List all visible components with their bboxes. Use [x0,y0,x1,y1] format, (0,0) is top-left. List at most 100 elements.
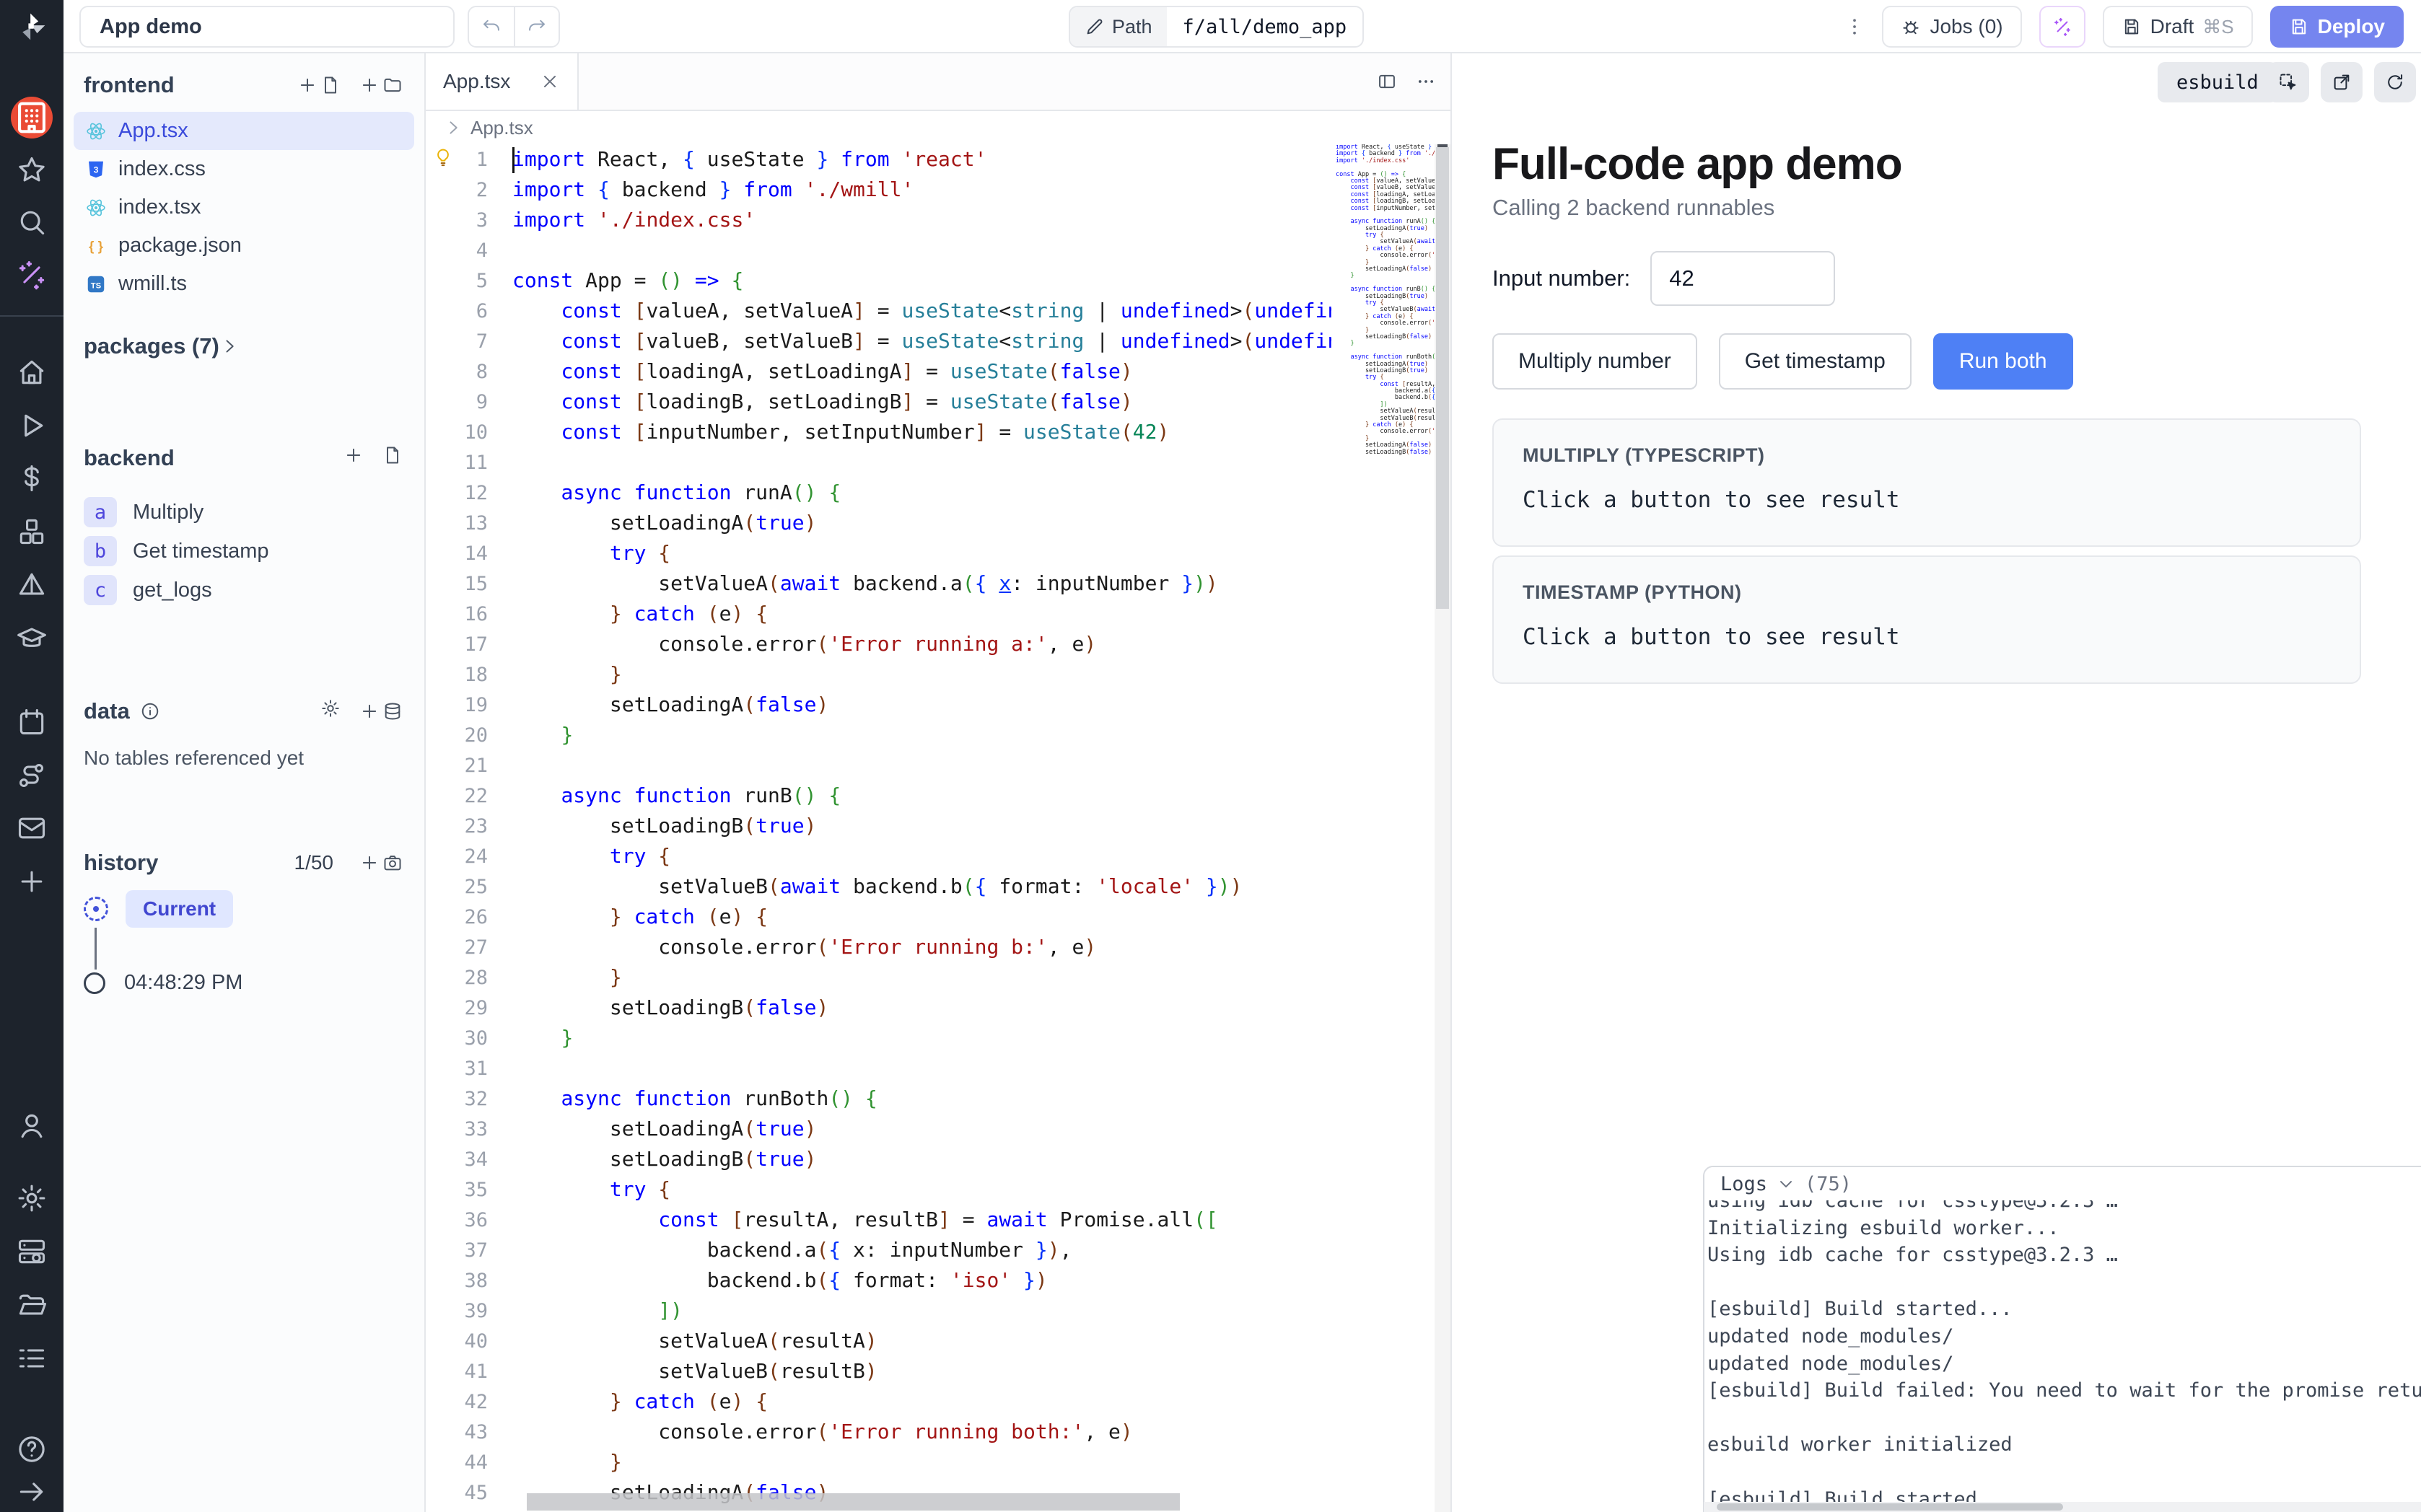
home-icon[interactable] [16,356,48,388]
user-icon[interactable] [16,1110,48,1142]
code-line: 7 const [valueB, setValueB] = useState<s… [426,326,1450,356]
result-card-body: Click a button to see result [1523,624,2331,650]
file-item-index-css[interactable]: 3index.css [74,150,414,188]
minimap[interactable]: import React, { useState } from 'react'i… [1331,144,1436,462]
code-area[interactable]: 1import React, { useState } from 'react'… [426,144,1450,1512]
code-line: 3import './index.css' [426,205,1450,235]
dollar-icon[interactable] [16,462,48,494]
select-cursor-icon [2278,72,2298,92]
code-line: 42 } catch (e) { [426,1386,1450,1417]
data-settings-button[interactable] [320,698,341,724]
worker-group-icon[interactable] [16,1236,48,1267]
star-icon[interactable] [16,154,48,186]
magic-wand-icon[interactable] [16,259,48,291]
folder-icon[interactable] [16,1289,48,1321]
code-line: 27 console.error('Error running b:', e) [426,932,1450,962]
mail-icon[interactable] [16,812,48,844]
split-panel-icon[interactable] [1377,71,1397,92]
breadcrumb-file[interactable]: App.tsx [470,117,533,139]
lightbulb-icon[interactable] [433,147,453,167]
ellipsis-icon[interactable] [1416,71,1436,92]
more-menu-button[interactable] [1844,17,1865,37]
file-item-package-json[interactable]: { } package.json [74,227,414,265]
info-icon [140,701,160,721]
save-icon [2122,17,2142,37]
braces-file-icon: { } [85,235,107,257]
file-name: package.json [118,234,242,258]
ai-assistant-button[interactable] [2039,6,2085,48]
component-picker-button[interactable] [2267,62,2309,102]
path-value: f/all/demo_app [1167,7,1363,46]
path-label: Path [1070,7,1167,46]
plus-icon[interactable] [16,866,48,897]
get-timestamp-button[interactable]: Get timestamp [1719,333,1912,390]
add-runnable-button[interactable] [343,445,364,471]
jobs-button[interactable]: Jobs (0) [1882,6,2021,48]
backend-file-button[interactable] [382,445,403,471]
routes-icon[interactable] [16,760,48,791]
search-icon[interactable] [16,206,48,238]
log-line: esbuild worker initialized [1707,1431,2421,1459]
result-card-2: TIMESTAMP (PYTHON)Click a button to see … [1492,555,2361,684]
calendar-icon[interactable] [16,706,48,738]
code-line: 2import { backend } from './wmill' [426,175,1450,205]
packages-row[interactable]: packages (7) [84,333,404,359]
undo-button[interactable] [469,7,514,46]
log-line [1707,1269,2421,1296]
runnable-item-a[interactable]: aMultiply [78,493,414,532]
graduation-cap-icon[interactable] [16,622,48,654]
logs-label[interactable]: Logs [1720,1173,1767,1195]
logs-scrollbar[interactable] [1704,1502,2421,1512]
draft-button[interactable]: Draft⌘S [2103,6,2253,48]
undo-icon [481,17,502,37]
windmill-app-editor: Path f/all/demo_app Jobs (0) Draft⌘S Dep… [0,0,2421,1512]
log-lines[interactable]: using idb cache for csstype@3.2.3 …Initi… [1704,1196,2421,1512]
path-selector[interactable]: Path f/all/demo_app [1069,6,1364,48]
app-name-input[interactable] [79,6,455,48]
add-file-button[interactable] [297,75,341,95]
run-both-button[interactable]: Run both [1933,333,2073,390]
tab-app-tsx[interactable]: App.tsx [426,53,579,110]
add-snapshot-button[interactable] [359,853,403,873]
audit-logs-icon[interactable] [16,1342,48,1374]
snapshot-timestamp: 04:48:29 PM [124,971,242,995]
code-line: 33 setLoadingA(true) [426,1114,1450,1144]
settings-icon[interactable] [16,1182,48,1214]
multiply-number-button[interactable]: Multiply number [1492,333,1697,390]
refresh-button[interactable] [2374,62,2416,102]
add-table-button[interactable] [359,701,403,721]
close-icon[interactable] [540,71,560,92]
code-line: 20 } [426,720,1450,750]
history-snapshot-item[interactable]: 04:48:29 PM [84,971,242,995]
open-external-button[interactable] [2321,62,2363,102]
backend-list: aMultiplybGet timestampcget_logs [78,493,414,610]
cubes-icon[interactable] [16,516,48,548]
deploy-button[interactable]: Deploy [2270,6,2404,48]
breadcrumb: App.tsx [426,111,1450,144]
runnable-item-c[interactable]: cget_logs [78,571,414,610]
play-icon[interactable] [16,410,48,441]
prism-icon[interactable] [16,569,48,601]
workspace-icon[interactable] [11,97,53,139]
code-line: 9 const [loadingB, setLoadingB] = useSta… [426,387,1450,417]
code-line: 41 setValueB(resultB) [426,1356,1450,1386]
help-icon[interactable] [16,1433,48,1465]
file-item-wmill-ts[interactable]: TSwmill.ts [74,265,414,303]
file-name: wmill.ts [118,272,187,296]
vertical-scrollbar[interactable] [1435,144,1450,1512]
bug-icon [1901,17,1921,37]
runnable-item-b[interactable]: bGet timestamp [78,532,414,571]
add-folder-button[interactable] [359,75,403,95]
react-file-icon [85,197,107,219]
plus-icon [359,701,380,721]
code-line: 18 } [426,659,1450,690]
chevron-down-icon[interactable] [1776,1174,1796,1194]
collapse-arrow-icon[interactable] [16,1476,48,1508]
input-number-field[interactable] [1650,251,1835,306]
redo-button[interactable] [514,7,559,46]
history-current-item[interactable]: Current [84,890,233,928]
file-item-index-tsx[interactable]: index.tsx [74,188,414,227]
file-item-app-tsx[interactable]: App.tsx [74,112,414,150]
svg-text:3: 3 [94,164,99,175]
horizontal-scrollbar[interactable] [527,1493,1180,1511]
